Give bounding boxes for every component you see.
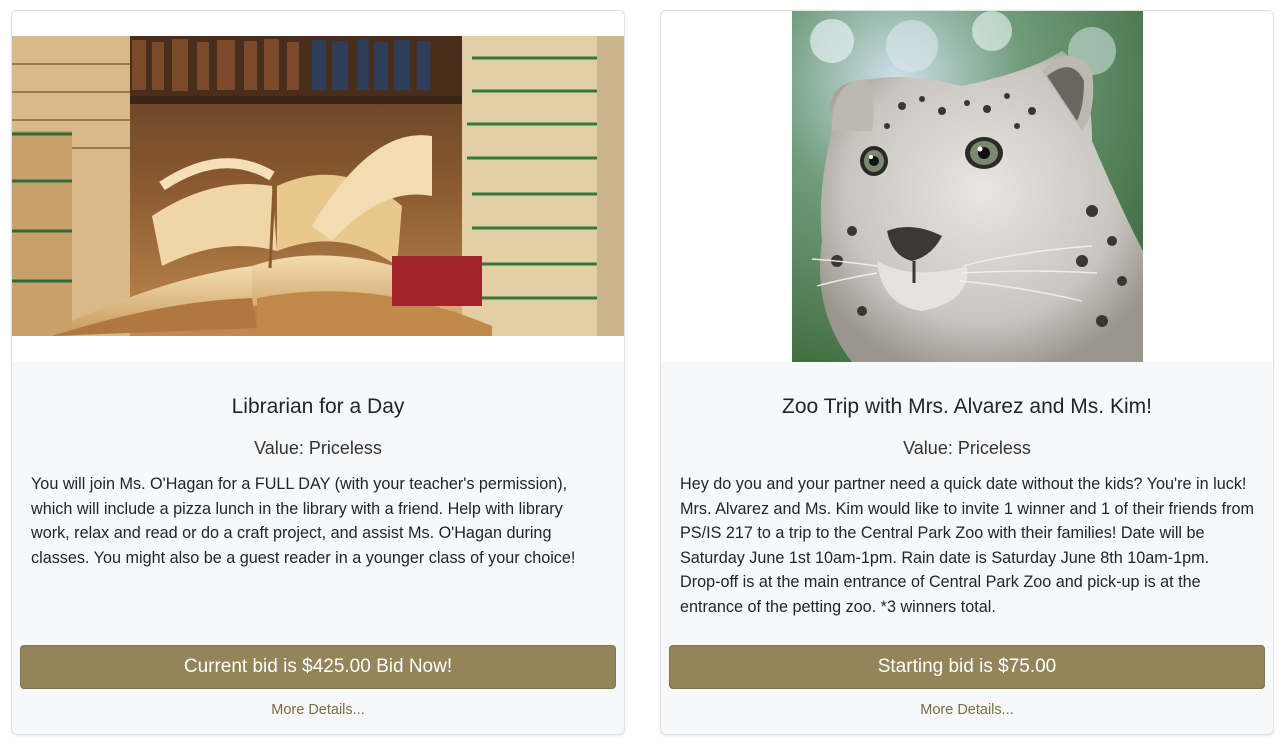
auction-grid: Librarian for a Day Value: Priceless You… bbox=[0, 0, 1280, 744]
card-title: Librarian for a Day bbox=[231, 395, 405, 418]
card-body: Zoo Trip with Mrs. Alvarez and Ms. Kim! … bbox=[661, 362, 1273, 734]
card-body: Librarian for a Day Value: Priceless You… bbox=[12, 362, 624, 734]
card-image-area bbox=[12, 11, 624, 362]
card-description: You will join Ms. O'Hagan for a FULL DAY… bbox=[31, 475, 576, 567]
bid-button[interactable]: Starting bid is $75.00 bbox=[669, 645, 1265, 689]
books-photo-icon bbox=[12, 36, 624, 336]
card-value: Value: Priceless bbox=[254, 438, 382, 458]
card-description: Hey do you and your partner need a quick… bbox=[680, 475, 1254, 616]
auction-card-zoo-trip: Zoo Trip with Mrs. Alvarez and Ms. Kim! … bbox=[660, 10, 1274, 735]
card-image-area bbox=[661, 11, 1273, 362]
more-details-link[interactable]: More Details... bbox=[12, 702, 624, 718]
card-title: Zoo Trip with Mrs. Alvarez and Ms. Kim! bbox=[782, 395, 1152, 418]
card-value: Value: Priceless bbox=[903, 438, 1031, 458]
snow-leopard-photo-icon bbox=[792, 11, 1143, 362]
auction-card-librarian: Librarian for a Day Value: Priceless You… bbox=[11, 10, 625, 735]
bid-button[interactable]: Current bid is $425.00 Bid Now! bbox=[20, 645, 616, 689]
more-details-link[interactable]: More Details... bbox=[661, 702, 1273, 718]
